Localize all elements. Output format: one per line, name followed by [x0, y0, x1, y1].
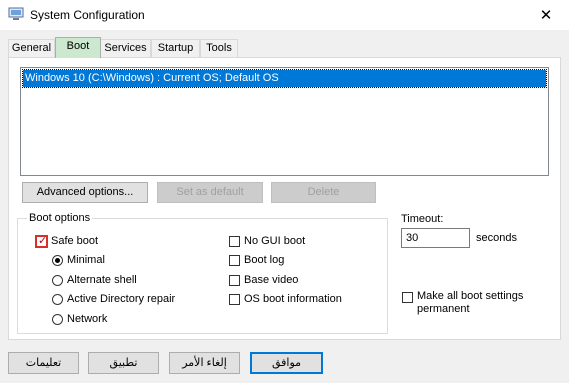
checkbox-box[interactable]: ✓	[35, 234, 48, 248]
set-as-default-button[interactable]: Set as default	[157, 182, 263, 203]
os-boot-information-checkbox[interactable]: OS boot information	[229, 292, 342, 306]
checkbox-box[interactable]	[229, 254, 240, 266]
timeout-unit-label: seconds	[476, 232, 517, 244]
tab-startup[interactable]: Startup	[151, 39, 200, 57]
radio-button[interactable]	[52, 293, 63, 305]
alternate-shell-radio[interactable]: Alternate shell	[52, 273, 137, 287]
tab-boot[interactable]: Boot	[55, 37, 101, 58]
advanced-options-button[interactable]: Advanced options...	[22, 182, 148, 203]
network-radio[interactable]: Network	[52, 312, 107, 326]
apply-button[interactable]: تطبيق	[88, 352, 159, 374]
checkbox-box[interactable]	[402, 292, 413, 303]
tab-services[interactable]: Services	[100, 39, 151, 57]
make-permanent-label-line2: permanent	[417, 303, 470, 315]
help-button[interactable]: تعليمات	[8, 352, 79, 374]
base-video-label: Base video	[244, 274, 299, 286]
system-config-icon	[8, 7, 24, 20]
no-gui-boot-checkbox[interactable]: No GUI boot	[229, 234, 305, 248]
minimal-label: Minimal	[67, 254, 105, 266]
checkbox-box[interactable]	[229, 293, 240, 305]
radio-button[interactable]	[52, 274, 63, 286]
os-list-item[interactable]: Windows 10 (C:\Windows) : Current OS; De…	[22, 69, 547, 88]
radio-selected-dot	[55, 257, 60, 263]
minimal-radio[interactable]: Minimal	[52, 253, 105, 267]
safe-boot-checkbox[interactable]: ✓ Safe boot	[35, 234, 99, 248]
close-button[interactable]: ✕	[523, 0, 569, 30]
radio-button[interactable]	[52, 254, 63, 266]
boot-options-label: Boot options	[27, 212, 93, 224]
network-label: Network	[67, 313, 108, 325]
os-list[interactable]: Windows 10 (C:\Windows) : Current OS; De…	[20, 67, 549, 176]
radio-button[interactable]	[52, 313, 63, 325]
boot-log-checkbox[interactable]: Boot log	[229, 253, 284, 267]
base-video-checkbox[interactable]: Base video	[229, 273, 298, 287]
boot-log-label: Boot log	[244, 254, 285, 266]
checkmark-icon: ✓	[38, 234, 48, 247]
active-directory-repair-label: Active Directory repair	[67, 293, 176, 305]
checkbox-box[interactable]	[229, 235, 240, 247]
ok-button[interactable]: موافق	[250, 352, 323, 374]
delete-button[interactable]: Delete	[271, 182, 376, 203]
close-icon: ✕	[539, 7, 553, 24]
window-title: System Configuration	[30, 8, 145, 22]
cancel-button[interactable]: إلغاء الأمر	[169, 352, 240, 374]
tab-tools[interactable]: Tools	[200, 39, 238, 57]
active-directory-repair-radio[interactable]: Active Directory repair	[52, 292, 175, 306]
tab-general[interactable]: General	[8, 39, 55, 57]
no-gui-boot-label: No GUI boot	[244, 235, 306, 247]
checkbox-box[interactable]	[229, 274, 240, 286]
alternate-shell-label: Alternate shell	[67, 274, 137, 286]
timeout-label: Timeout:	[401, 213, 444, 225]
safe-boot-label: Safe boot	[51, 235, 99, 247]
timeout-input[interactable]	[401, 228, 470, 248]
os-boot-information-label: OS boot information	[244, 293, 342, 305]
make-permanent-label-line1: Make all boot settings	[417, 290, 524, 302]
title-bar: System Configuration ✕	[0, 0, 569, 30]
